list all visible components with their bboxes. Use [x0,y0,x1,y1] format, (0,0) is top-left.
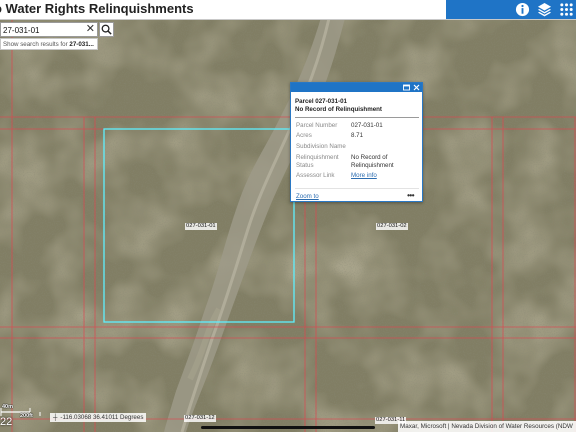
assessor-more-info-link[interactable]: More info [351,172,419,180]
popup-close-button[interactable] [412,83,421,92]
search-input[interactable] [3,24,81,36]
layers-icon [537,2,552,17]
apps-button[interactable] [559,2,574,17]
search-suggestion[interactable]: Show search results for 27-031... [0,38,98,50]
search-button[interactable] [99,22,114,37]
popup-title-parcel: Parcel 027-031-01 [295,98,347,105]
popup-title-status: No Record of Relinquishment [295,106,382,113]
popup-header-bar [291,83,422,92]
info-icon [515,2,530,17]
popup-dock-button[interactable] [402,83,411,92]
coordinate-text: -116.03068 36.41011 Degrees [60,414,144,421]
attr-key: Subdivision Name [296,143,346,150]
info-button[interactable] [515,2,530,17]
app-header: o Water Rights Relinquishments [0,0,576,20]
parcel-label-east[interactable]: 027-031-02 [376,223,408,230]
close-icon [413,84,420,91]
attr-key: Relinquishment Status [296,154,339,169]
map-attribution: Maxar, Microsoft | Nevada Division of Wa… [398,421,576,432]
popup-footer-divider [295,188,419,189]
popup-title: Parcel 027-031-01 No Record of Relinquis… [295,98,419,114]
zoom-level-indicator: 22 [0,416,13,428]
search-container: ✕ [0,22,98,37]
search-icon [101,24,112,35]
suggestion-term: 27-031... [69,41,94,48]
attr-value: 8.71 [351,132,364,139]
parcel-label-south[interactable]: 027-031-12 [184,415,216,422]
attr-key: Parcel Number [296,122,338,129]
parcel-popup: Parcel 027-031-01 No Record of Relinquis… [290,82,423,202]
parcel-label-selected[interactable]: 027-031-01 [185,223,217,230]
scale-imperial-label: 200ft [20,413,33,419]
satellite-imagery [0,19,576,432]
layers-button[interactable] [537,2,552,17]
zoom-to-link[interactable]: Zoom to [296,193,319,200]
crosshair-icon: ┼ [53,414,58,421]
scale-metric-label: 40m [2,404,14,410]
attr-value: 027-031-01 [351,122,383,129]
suggestion-prefix: Show search results for [3,41,70,48]
grid-apps-icon [560,3,573,16]
more-actions-button[interactable]: ••• [407,191,414,200]
dock-icon [403,84,410,91]
app-title: o Water Rights Relinquishments [0,1,194,16]
home-indicator [201,426,375,429]
coordinate-readout[interactable]: ┼ -116.03068 36.41011 Degrees [50,413,147,422]
attr-key: Acres [296,132,312,139]
toolbar [446,0,576,19]
attr-key: Assessor Link [296,172,335,179]
clear-search-button[interactable]: ✕ [86,23,95,36]
popup-divider [295,117,419,118]
map-view[interactable] [0,19,576,432]
attr-value: No Record of Relinquishment [351,154,394,169]
